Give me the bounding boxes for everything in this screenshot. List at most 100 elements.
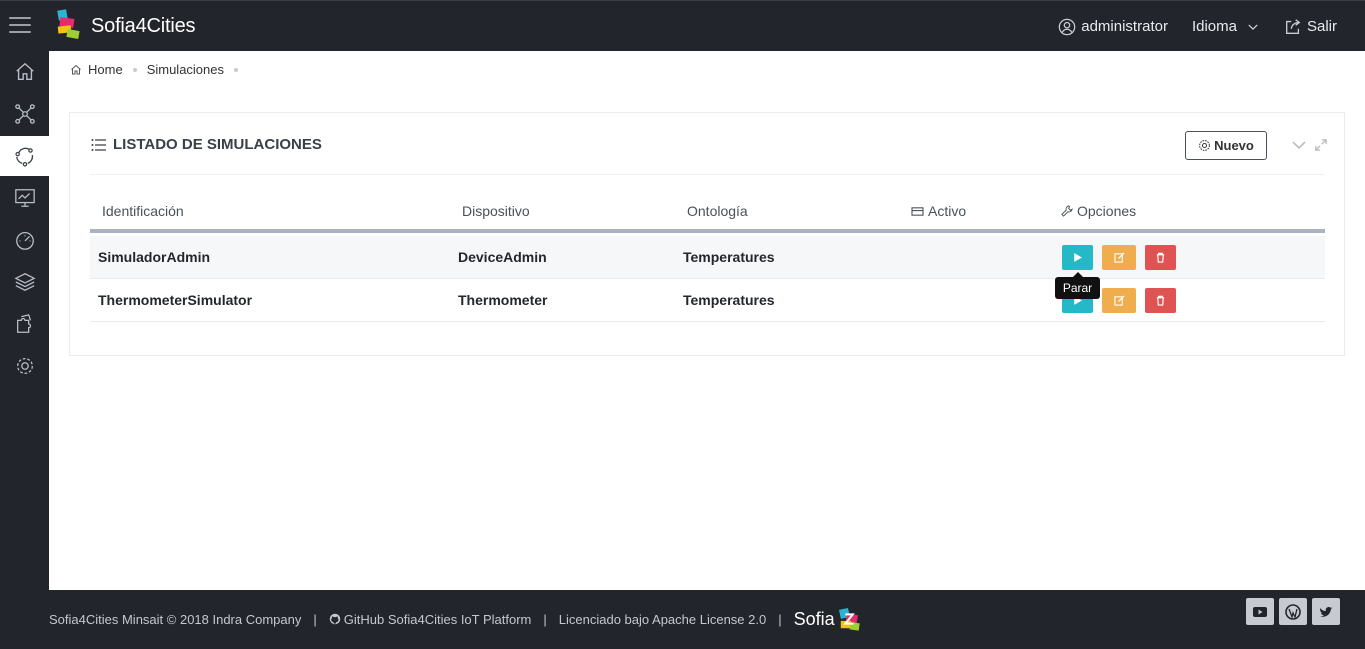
column-header-dispositivo[interactable]: Dispositivo (462, 203, 530, 219)
row-actions (1062, 245, 1176, 270)
column-header-label: Opciones (1077, 203, 1137, 219)
trash-icon (1156, 252, 1165, 263)
sidebar-item-devices[interactable] (0, 94, 49, 134)
sidebar-item-analytics[interactable] (0, 220, 49, 260)
home-small-icon (71, 64, 81, 74)
tooltip: Parar (1055, 272, 1100, 299)
trash-icon (1156, 295, 1165, 306)
column-header-opciones: Opciones (1061, 203, 1136, 219)
table-row: SimuladorAdmin DeviceAdmin Temperatures (90, 236, 1325, 279)
delete-button[interactable] (1145, 245, 1176, 270)
sofia-logo-text: Sofia (793, 608, 835, 629)
user-name: administrator (1081, 18, 1168, 35)
settings-gear-icon (16, 358, 33, 374)
dashboard-monitor-icon (14, 189, 35, 207)
sofia-logo-icon (57, 9, 80, 39)
menu-toggle-icon[interactable] (9, 17, 31, 33)
github-label: GitHub Sofia4Cities IoT Platform (343, 611, 532, 627)
footer-copyright: Sofia4Cities Minsait © 2018 Indra Compan… (49, 611, 302, 627)
github-icon (329, 613, 341, 625)
cell-ontologia: Temperatures (683, 249, 775, 265)
table-header: Identificación Dispositivo Ontología Act… (90, 195, 1325, 233)
sidebar-item-dashboards[interactable] (0, 178, 49, 218)
play-icon (1074, 253, 1082, 262)
breadcrumb-separator (132, 67, 137, 72)
new-simulation-button[interactable]: Nuevo (1185, 131, 1267, 160)
twitter-link[interactable] (1312, 598, 1340, 625)
sidebar-item-settings[interactable] (0, 346, 49, 386)
footer-separator: | (778, 611, 782, 627)
column-header-label: Dispositivo (462, 203, 530, 219)
cell-identificacion: ThermometerSimulator (98, 292, 253, 308)
portlet-tools (1291, 138, 1327, 152)
fullscreen-icon[interactable] (1315, 139, 1327, 151)
sofia2-logo: Sofia (794, 605, 862, 633)
portlet-title: LISTADO DE SIMULACIONES (91, 136, 322, 153)
footer-separator: | (543, 611, 547, 627)
portlet-divider (90, 174, 1325, 175)
breadcrumb: Home Simulaciones (70, 62, 242, 77)
youtube-icon (1253, 606, 1267, 617)
social-links (1246, 598, 1340, 625)
column-header-label: Ontología (687, 203, 748, 219)
app-brand[interactable]: Sofia4Cities (91, 15, 196, 38)
stop-simulation-button[interactable] (1062, 245, 1093, 270)
home-icon (15, 62, 34, 81)
simulations-cycle-icon (14, 147, 33, 167)
cell-dispositivo: DeviceAdmin (458, 249, 547, 265)
sidebar (0, 51, 49, 590)
collapse-chevron-icon[interactable] (1291, 138, 1307, 152)
logout-icon (1286, 18, 1301, 34)
list-icon (91, 138, 106, 151)
column-header-label: Identificación (102, 203, 184, 219)
simulations-portlet: LISTADO DE SIMULACIONES Nuevo Identifica… (69, 112, 1345, 356)
wrench-icon (1061, 205, 1073, 217)
footer: Sofia4Cities Minsait © 2018 Indra Compan… (0, 590, 1365, 649)
breadcrumb-home[interactable]: Home (88, 62, 123, 77)
sidebar-item-layers[interactable] (0, 262, 49, 302)
user-menu[interactable]: administrator (1058, 18, 1168, 36)
sidebar-item-simulations[interactable] (0, 136, 49, 176)
top-nav: administrator Idioma Salir (1058, 1, 1365, 52)
delete-button[interactable] (1145, 288, 1176, 313)
column-header-label: Activo (928, 203, 967, 219)
new-button-label: Nuevo (1214, 138, 1254, 153)
wordpress-link[interactable] (1279, 598, 1307, 625)
cell-ontologia: Temperatures (683, 292, 775, 308)
portlet-title-text: LISTADO DE SIMULACIONES (113, 136, 322, 153)
column-header-ontologia[interactable]: Ontología (687, 203, 748, 219)
table-row: ThermometerSimulator Thermometer Tempera… (90, 279, 1325, 322)
footer-separator: | (313, 611, 317, 627)
edit-button[interactable] (1102, 245, 1136, 270)
layers-icon (13, 273, 36, 291)
plus-gear-icon (1199, 140, 1210, 151)
footer-links: Sofia4Cities Minsait © 2018 Indra Compan… (49, 605, 862, 633)
license-link[interactable]: Licenciado bajo Apache License 2.0 (559, 612, 766, 627)
logout-label: Salir (1306, 18, 1337, 35)
chevron-down-icon (1248, 23, 1258, 30)
breadcrumb-separator (234, 67, 239, 72)
edit-icon (1113, 295, 1125, 306)
github-link[interactable]: GitHub Sofia4Cities IoT Platform (329, 611, 532, 627)
card-icon (911, 206, 924, 216)
breadcrumb-simulaciones[interactable]: Simulaciones (147, 62, 224, 77)
top-header: Sofia4Cities administrator Idioma Salir (0, 0, 1365, 51)
sidebar-item-modules[interactable] (0, 304, 49, 344)
cell-identificacion: SimuladorAdmin (98, 249, 211, 265)
sofia-2-mark-icon (838, 607, 860, 631)
language-label: Idioma (1191, 18, 1237, 35)
devices-network-icon (14, 104, 35, 124)
youtube-link[interactable] (1246, 598, 1274, 625)
language-menu[interactable]: Idioma (1192, 18, 1260, 35)
column-header-activo[interactable]: Activo (911, 203, 966, 219)
edit-icon (1113, 252, 1125, 263)
logout-link[interactable]: Salir (1284, 18, 1337, 36)
edit-button[interactable] (1102, 288, 1136, 313)
column-header-identificacion[interactable]: Identificación (102, 203, 184, 219)
sidebar-item-home[interactable] (0, 52, 49, 92)
twitter-icon (1320, 606, 1333, 617)
gauge-icon (15, 232, 34, 250)
puzzle-icon (16, 314, 31, 333)
cell-dispositivo: Thermometer (458, 292, 548, 308)
wordpress-icon (1285, 603, 1301, 620)
